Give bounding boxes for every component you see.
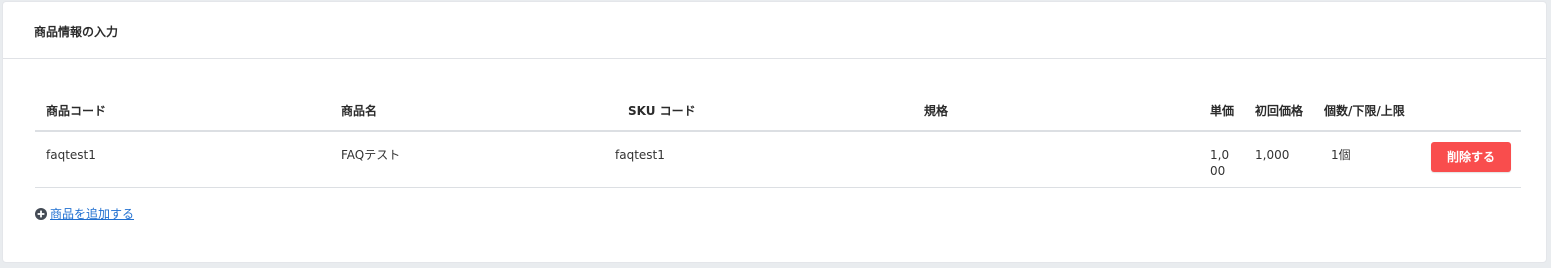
table-header-row: 商品コード 商品名 SKU コード 規格 単価 初回価格 個数/下限/上限 — [35, 97, 1521, 132]
header-product-code: 商品コード — [46, 104, 107, 118]
header-unit-price: 単価 — [1210, 104, 1235, 118]
cell-product-name: FAQテスト — [341, 148, 401, 162]
cell-unit-price: 1,000 — [1210, 148, 1230, 178]
add-product-link[interactable]: 商品を追加する — [35, 206, 134, 222]
cell-first-price: 1,000 — [1255, 148, 1290, 162]
header-product-name: 商品名 — [341, 104, 378, 118]
header-sku-code: SKU コード — [628, 104, 696, 118]
table-row: faqtest1 FAQテスト faqtest1 1,000 1,000 1個 … — [35, 132, 1521, 188]
plus-circle-icon — [35, 208, 47, 220]
add-product-label: 商品を追加する — [50, 207, 135, 221]
cell-product-code: faqtest1 — [46, 148, 96, 162]
delete-button[interactable]: 削除する — [1431, 142, 1511, 172]
product-info-card: 商品情報の入力 商品コード 商品名 SKU コード 規格 単価 初回価格 個数/… — [2, 1, 1547, 263]
card-title: 商品情報の入力 — [34, 25, 119, 39]
cell-sku-code: faqtest1 — [615, 148, 665, 162]
header-spec: 規格 — [924, 104, 949, 118]
product-table: 商品コード 商品名 SKU コード 規格 単価 初回価格 個数/下限/上限 fa… — [35, 97, 1521, 188]
header-first-price: 初回価格 — [1255, 104, 1304, 118]
card-header: 商品情報の入力 — [3, 2, 1546, 59]
cell-quantity: 1個 — [1331, 148, 1351, 162]
header-quantity-limits: 個数/下限/上限 — [1324, 104, 1405, 118]
